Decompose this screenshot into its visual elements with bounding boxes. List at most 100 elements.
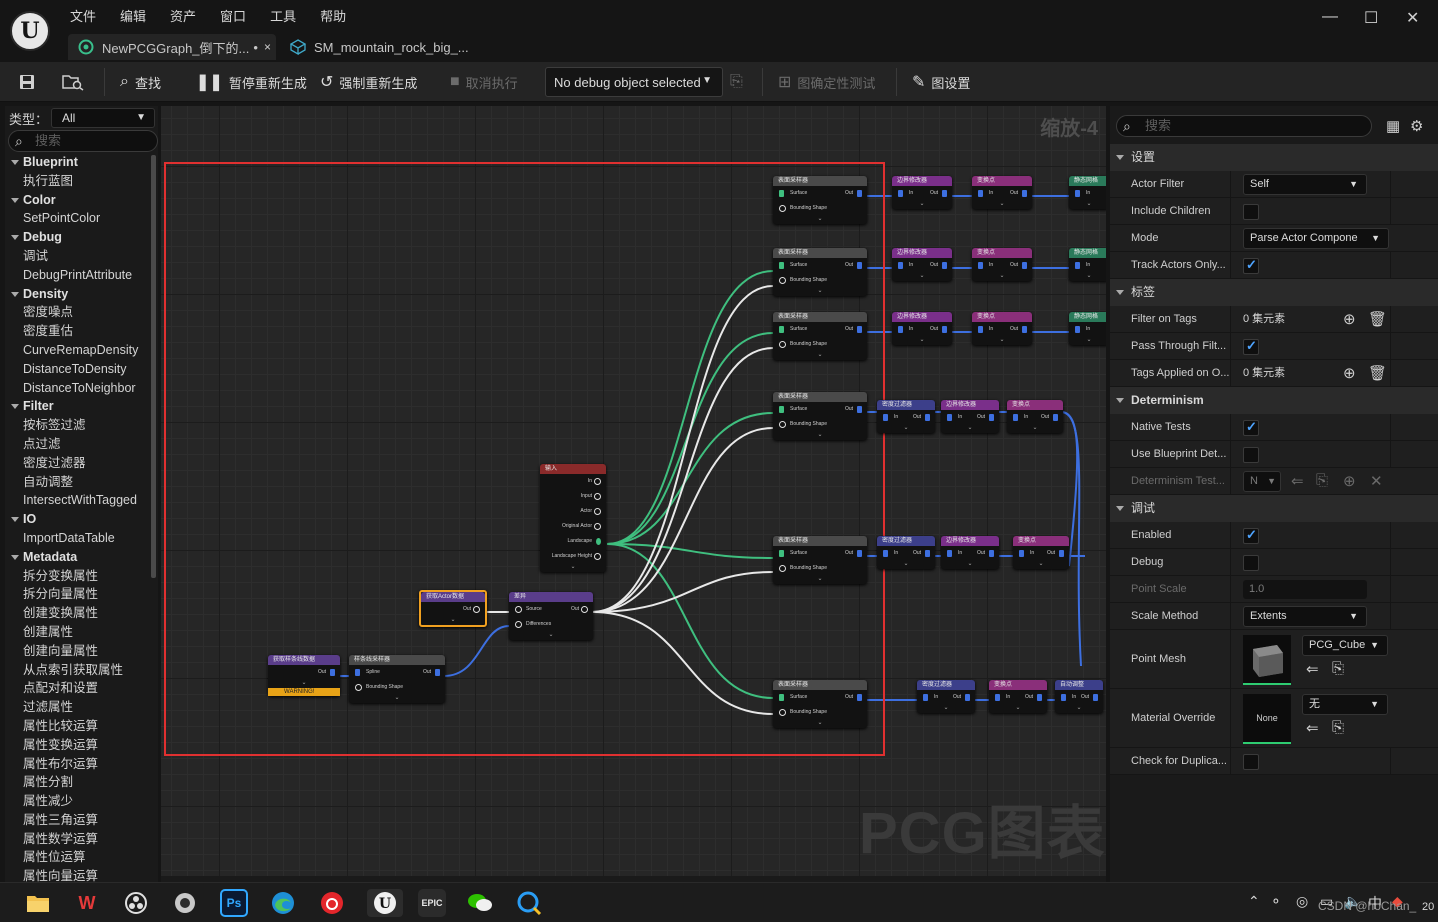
track-actors-checkbox[interactable]: [1243, 257, 1259, 274]
output-pin-icon[interactable]: [1022, 262, 1027, 269]
expand-chevron-icon[interactable]: ⌄: [773, 432, 867, 440]
input-pin-icon[interactable]: [1075, 326, 1080, 333]
input-pin-icon[interactable]: [1013, 414, 1018, 421]
use-selected-icon[interactable]: ⇐: [1306, 719, 1319, 737]
palette-category[interactable]: Blueprint: [5, 153, 151, 172]
palette-category[interactable]: Filter: [5, 397, 151, 416]
expand-chevron-icon[interactable]: ⌄: [773, 576, 867, 584]
transform-points-node[interactable]: 变换点 In Out ⌄: [989, 680, 1047, 713]
unreal-taskbar-icon[interactable]: U: [367, 889, 403, 917]
trash-icon[interactable]: 🗑: [1368, 310, 1387, 328]
section-debug[interactable]: 调试: [1110, 495, 1438, 522]
expand-chevron-icon[interactable]: ⌄: [972, 337, 1032, 345]
output-pin-icon[interactable]: [965, 694, 970, 701]
section-determinism[interactable]: Determinism: [1110, 387, 1438, 414]
palette-item[interactable]: SetPointColor: [5, 209, 151, 228]
input-pin-icon[interactable]: [779, 406, 784, 413]
output-pin-icon[interactable]: [942, 190, 947, 197]
output-pin-icon[interactable]: [1059, 550, 1064, 557]
use-selected-icon[interactable]: ⇐: [1291, 472, 1304, 490]
output-pin-icon[interactable]: [857, 694, 862, 701]
photoshop-icon[interactable]: Ps: [220, 889, 248, 917]
expand-chevron-icon[interactable]: ⌄: [941, 425, 999, 433]
details-search-input[interactable]: ⌕ 搜索: [1116, 115, 1372, 137]
trash-icon[interactable]: 🗑: [1368, 364, 1387, 382]
expand-chevron-icon[interactable]: ⌄: [972, 201, 1032, 209]
menu-file[interactable]: 文件: [70, 6, 108, 25]
palette-item[interactable]: 执行蓝图: [5, 172, 151, 191]
section-settings[interactable]: 设置: [1110, 144, 1438, 171]
input-pin-icon[interactable]: [898, 190, 903, 197]
palette-scrollbar[interactable]: [151, 155, 156, 578]
boundary-modifier-node[interactable]: 边界修改器 In Out ⌄: [941, 400, 999, 433]
input-pin-icon[interactable]: [515, 621, 522, 628]
output-pin-icon[interactable]: [1022, 326, 1027, 333]
transform-points-node[interactable]: 变换点 In Out ⌄: [1007, 400, 1063, 433]
get-spline-data-node[interactable]: 获取样条线数据 Out ⌄ WARNING!: [268, 655, 340, 696]
output-pin-icon[interactable]: [942, 262, 947, 269]
input-pin-icon[interactable]: [1075, 190, 1080, 197]
expand-chevron-icon[interactable]: ⌄: [892, 337, 952, 345]
input-pin-icon[interactable]: [779, 262, 784, 269]
debug-checkbox[interactable]: [1243, 555, 1259, 571]
input-pin-icon[interactable]: [995, 694, 1000, 701]
input-pin-icon[interactable]: [779, 694, 784, 701]
surface-sampler-node[interactable]: 表面采样器 Surface Out Bounding Shape ⌄: [773, 176, 867, 224]
density-filter-node[interactable]: 密度过滤器 In Out ⌄: [877, 536, 935, 569]
output-pin-icon[interactable]: [857, 406, 862, 413]
mode-select[interactable]: Parse Actor Compone ▼: [1243, 228, 1389, 249]
boundary-modifier-node[interactable]: 边界修改器 In Out ⌄: [892, 176, 952, 209]
close-window-button[interactable]: ✕: [1406, 8, 1419, 28]
graph-canvas[interactable]: 缩放-4 PCG图表 表面采样器 Surface Out Bounding Sh…: [161, 106, 1106, 882]
output-pin-icon[interactable]: [989, 550, 994, 557]
output-pin-icon[interactable]: [857, 190, 862, 197]
palette-item[interactable]: 点配对和设置: [5, 679, 151, 698]
clear-icon[interactable]: ✕: [1370, 472, 1383, 490]
browse-button[interactable]: [62, 62, 84, 102]
epic-games-icon[interactable]: EPIC: [418, 889, 446, 917]
palette-item[interactable]: 调试: [5, 247, 151, 266]
point-scale-input[interactable]: 1.0: [1243, 580, 1367, 599]
output-pin-icon[interactable]: [581, 606, 588, 613]
palette-item[interactable]: 按标签过滤: [5, 416, 151, 435]
palette-item[interactable]: 属性三角运算: [5, 811, 151, 830]
section-tags[interactable]: 标签: [1110, 279, 1438, 306]
boundary-modifier-node[interactable]: 边界修改器 In Out ⌄: [941, 536, 999, 569]
input-pin-icon[interactable]: [947, 414, 952, 421]
palette-item[interactable]: 拆分变换属性: [5, 567, 151, 586]
palette-item[interactable]: 属性数学运算: [5, 830, 151, 849]
input-pin-icon[interactable]: [779, 421, 786, 428]
output-pin-icon[interactable]: [594, 553, 601, 560]
tray-expand-icon[interactable]: ⌃: [1248, 893, 1260, 910]
output-pin-icon[interactable]: [1022, 190, 1027, 197]
input-pin-icon[interactable]: [1075, 262, 1080, 269]
expand-chevron-icon[interactable]: ⌄: [773, 352, 867, 360]
palette-item[interactable]: 自动调整: [5, 473, 151, 492]
input-pin-icon[interactable]: [1019, 550, 1024, 557]
palette-item[interactable]: 创建属性: [5, 623, 151, 642]
file-explorer-icon[interactable]: [24, 889, 52, 917]
tab-close-icon[interactable]: ×: [264, 40, 271, 54]
palette-item[interactable]: IntersectWithTagged: [5, 491, 151, 510]
palette-item[interactable]: 属性比较运算: [5, 717, 151, 736]
wps-icon[interactable]: W: [73, 889, 101, 917]
transform-points-node[interactable]: 变换点 In Out ⌄: [972, 248, 1032, 281]
output-pin-icon[interactable]: [594, 508, 601, 515]
graph-settings-button[interactable]: ✎ 图设置: [912, 62, 970, 102]
density-filter-node[interactable]: 密度过滤器 In Out ⌄: [917, 680, 975, 713]
boundary-modifier-node[interactable]: 边界修改器 In Out ⌄: [892, 312, 952, 345]
expand-chevron-icon[interactable]: ⌄: [877, 425, 935, 433]
input-pin-icon[interactable]: [779, 565, 786, 572]
palette-item[interactable]: DistanceToDensity: [5, 360, 151, 379]
palette-category[interactable]: IO: [5, 510, 151, 529]
palette-item[interactable]: 属性向量运算: [5, 867, 151, 882]
input-pin-icon[interactable]: [779, 550, 784, 557]
browse-debug-button[interactable]: ⎘: [730, 62, 749, 102]
maximize-button[interactable]: ☐: [1364, 8, 1378, 28]
cancel-exec-button[interactable]: ■ 取消执行: [450, 62, 518, 102]
output-pin-icon[interactable]: [925, 414, 930, 421]
palette-item[interactable]: 密度噪点: [5, 303, 151, 322]
expand-chevron-icon[interactable]: ⌄: [892, 201, 952, 209]
expand-chevron-icon[interactable]: ⌄: [421, 617, 485, 625]
palette-item[interactable]: 密度重估: [5, 322, 151, 341]
